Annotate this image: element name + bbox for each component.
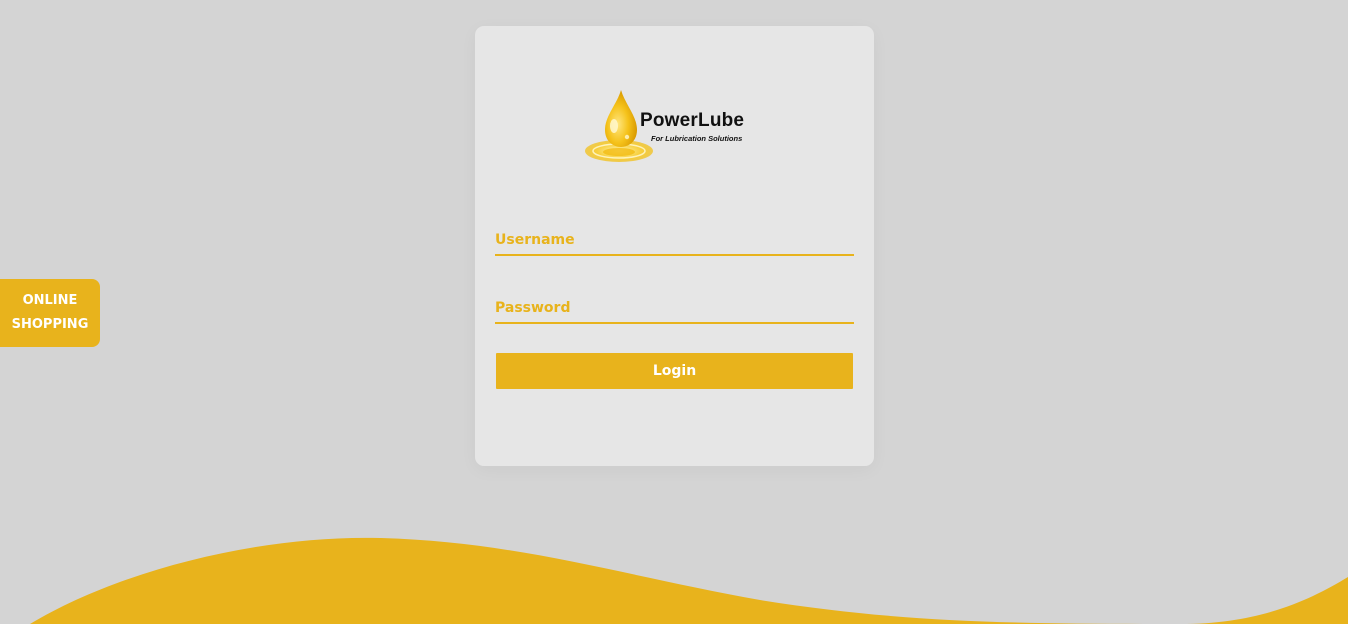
password-input[interactable] (495, 294, 854, 322)
online-shopping-line2: SHOPPING (11, 317, 89, 332)
username-field (495, 226, 854, 256)
login-card: PowerLube For Lubrication Solutions Logi… (475, 26, 874, 466)
powerlube-logo: PowerLube For Lubrication Solutions (583, 88, 768, 168)
login-button[interactable]: Login (496, 353, 853, 389)
password-field (495, 294, 854, 324)
brand-tagline: For Lubrication Solutions (651, 134, 743, 143)
username-input[interactable] (495, 226, 854, 254)
online-shopping-line1: ONLINE (22, 293, 78, 308)
brand-name: PowerLube (640, 110, 745, 131)
login-page: PowerLube For Lubrication Solutions Logi… (0, 0, 1348, 624)
online-shopping-tab[interactable]: ONLINE SHOPPING (0, 279, 100, 347)
